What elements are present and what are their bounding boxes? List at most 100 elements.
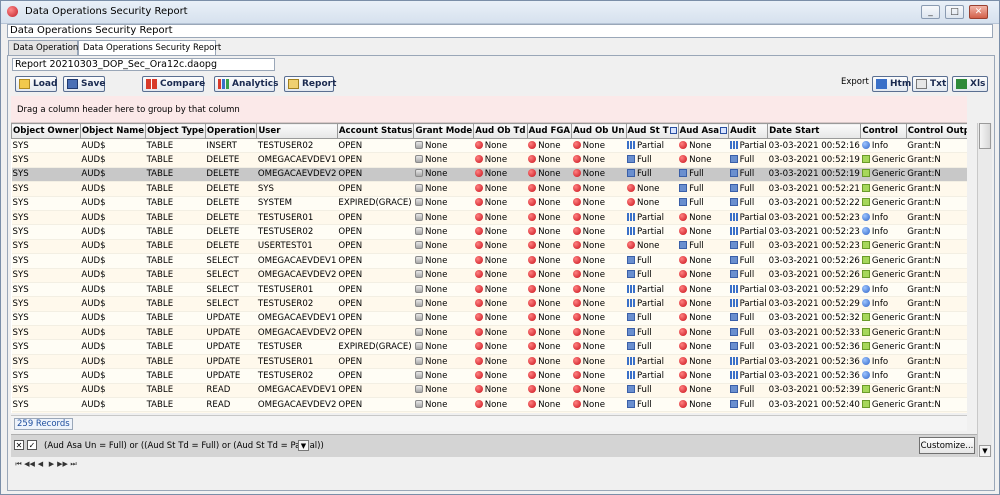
table-cell[interactable]: Info xyxy=(860,138,907,154)
table-cell[interactable]: Generic xyxy=(860,181,907,197)
table-cell[interactable]: DELETE xyxy=(205,181,257,197)
table-cell[interactable]: TABLE xyxy=(145,325,206,341)
vertical-scrollbar[interactable]: ▼ xyxy=(977,123,992,457)
table-cell[interactable]: TABLE xyxy=(145,181,206,197)
table-cell[interactable]: None xyxy=(413,239,474,255)
table-cell[interactable]: None xyxy=(527,282,572,298)
table-row[interactable]: SYS AUD$ TABLE UPDATE OMEGACAEVDEV2 OPEN None N… xyxy=(11,325,967,341)
table-cell[interactable]: Grant:N xyxy=(906,167,967,183)
table-cell[interactable]: 03-03-2021 00:52:19 xyxy=(767,152,861,168)
table-cell[interactable]: TABLE xyxy=(145,196,206,211)
table-cell[interactable]: Full xyxy=(626,253,679,269)
table-cell[interactable]: AUD$ xyxy=(80,311,146,327)
table-cell[interactable]: DELETE xyxy=(205,239,257,255)
table-cell[interactable]: OPEN xyxy=(337,167,414,183)
table-cell[interactable]: SYS xyxy=(11,311,81,327)
table-cell[interactable]: SYS xyxy=(11,282,81,298)
table-cell[interactable]: Grant:N xyxy=(906,282,967,298)
table-cell[interactable]: UPDATE xyxy=(205,339,257,355)
table-cell[interactable]: None xyxy=(473,196,528,211)
table-cell[interactable]: None xyxy=(473,167,528,183)
table-cell[interactable]: Full xyxy=(728,383,768,399)
table-cell[interactable]: None xyxy=(473,397,528,413)
report-button[interactable]: Report xyxy=(284,76,336,92)
table-cell[interactable]: None xyxy=(527,339,572,355)
table-cell[interactable]: OMEGACAEVDEV2 xyxy=(256,325,338,341)
table-cell[interactable]: OMEGACAEVDEV1 xyxy=(256,311,338,327)
table-cell[interactable]: Full xyxy=(728,325,768,341)
table-cell[interactable]: UPDATE xyxy=(205,325,257,341)
table-cell[interactable]: OPEN xyxy=(337,239,414,255)
table-cell[interactable]: None xyxy=(413,339,474,355)
table-cell[interactable]: SYS xyxy=(11,411,81,413)
table-cell[interactable]: TESTUSER01 xyxy=(256,411,338,413)
table-cell[interactable]: Full xyxy=(728,339,768,355)
table-cell[interactable]: None xyxy=(413,411,474,413)
table-cell[interactable]: SYS xyxy=(11,383,81,399)
table-cell[interactable]: Generic xyxy=(860,196,907,211)
table-cell[interactable]: Info xyxy=(860,296,907,312)
table-cell[interactable]: None xyxy=(678,138,729,154)
table-cell[interactable]: Generic xyxy=(860,152,907,168)
table-cell[interactable]: Generic xyxy=(860,167,907,183)
table-cell[interactable]: READ xyxy=(205,397,257,413)
table-cell[interactable]: SYS xyxy=(11,224,81,240)
table-cell[interactable]: None xyxy=(527,397,572,413)
table-cell[interactable]: None xyxy=(413,152,474,168)
table-cell[interactable]: Partial xyxy=(626,224,679,240)
export-txt-button[interactable]: Txt xyxy=(912,76,948,92)
table-cell[interactable]: None xyxy=(571,210,627,226)
table-cell[interactable]: None xyxy=(527,354,572,370)
table-cell[interactable]: SELECT xyxy=(205,253,257,269)
table-cell[interactable]: None xyxy=(571,181,627,197)
table-cell[interactable]: Grant:N xyxy=(906,339,967,355)
table-cell[interactable]: None xyxy=(413,383,474,399)
table-cell[interactable]: TABLE xyxy=(145,397,206,413)
table-cell[interactable]: TABLE xyxy=(145,268,206,283)
table-cell[interactable]: None xyxy=(571,339,627,355)
table-cell[interactable]: 03-03-2021 00:52:36 xyxy=(767,354,861,370)
table-cell[interactable]: EXPIRED(GRACE) xyxy=(337,339,414,355)
column-header[interactable]: Account Status xyxy=(336,123,415,139)
table-cell[interactable]: None xyxy=(473,368,528,384)
export-xls-button[interactable]: Xls xyxy=(952,76,988,92)
table-cell[interactable]: Full xyxy=(728,196,768,211)
table-cell[interactable]: None xyxy=(527,210,572,226)
table-cell[interactable]: None xyxy=(571,282,627,298)
table-cell[interactable]: Full xyxy=(626,339,679,355)
maximize-button[interactable]: □ xyxy=(945,5,964,19)
table-cell[interactable]: OMEGACAEVDEV1 xyxy=(256,383,338,399)
table-cell[interactable]: None xyxy=(678,383,729,399)
table-cell[interactable]: AUD$ xyxy=(80,397,146,413)
table-cell[interactable]: Partial xyxy=(728,296,768,312)
table-cell[interactable]: None xyxy=(473,224,528,240)
table-cell[interactable]: READ xyxy=(205,383,257,399)
table-row[interactable]: SYS AUD$ TABLE DELETE USERTEST01 OPEN None None… xyxy=(11,239,967,255)
table-cell[interactable]: SYS xyxy=(11,253,81,269)
table-cell[interactable]: Partial xyxy=(728,282,768,298)
table-cell[interactable]: None xyxy=(473,210,528,226)
table-cell[interactable]: None xyxy=(473,268,528,283)
table-cell[interactable]: None xyxy=(678,411,729,413)
column-header[interactable]: Aud FGA xyxy=(526,123,573,139)
table-cell[interactable]: Full xyxy=(626,311,679,327)
table-row[interactable]: SYS AUD$ TABLE SELECT TESTUSER01 OPEN None None… xyxy=(11,282,967,298)
table-cell[interactable]: None xyxy=(473,383,528,399)
table-cell[interactable]: DELETE xyxy=(205,152,257,168)
table-cell[interactable]: None xyxy=(678,253,729,269)
scrollbar-thumb[interactable] xyxy=(979,123,991,149)
table-cell[interactable]: Grant:N xyxy=(906,383,967,399)
table-cell[interactable]: None xyxy=(527,325,572,341)
table-cell[interactable]: DELETE xyxy=(205,210,257,226)
table-cell[interactable]: Partial xyxy=(728,368,768,384)
table-cell[interactable]: None xyxy=(473,325,528,341)
table-cell[interactable]: TABLE xyxy=(145,167,206,183)
table-row[interactable]: SYS AUD$ TABLE DELETE SYSTEM EXPIRED(GRACE) No… xyxy=(11,196,967,211)
table-row[interactable]: SYS AUD$ TABLE SELECT OMEGACAEVDEV2 OPEN None N… xyxy=(11,268,967,283)
report-file-field[interactable]: Report 20210303_DOP_Sec_Ora12c.daopg xyxy=(12,58,275,71)
table-cell[interactable]: Full xyxy=(678,167,729,183)
table-cell[interactable]: None xyxy=(571,239,627,255)
table-cell[interactable]: Info xyxy=(860,210,907,226)
table-cell[interactable]: None xyxy=(413,282,474,298)
table-cell[interactable]: Full xyxy=(728,268,768,283)
